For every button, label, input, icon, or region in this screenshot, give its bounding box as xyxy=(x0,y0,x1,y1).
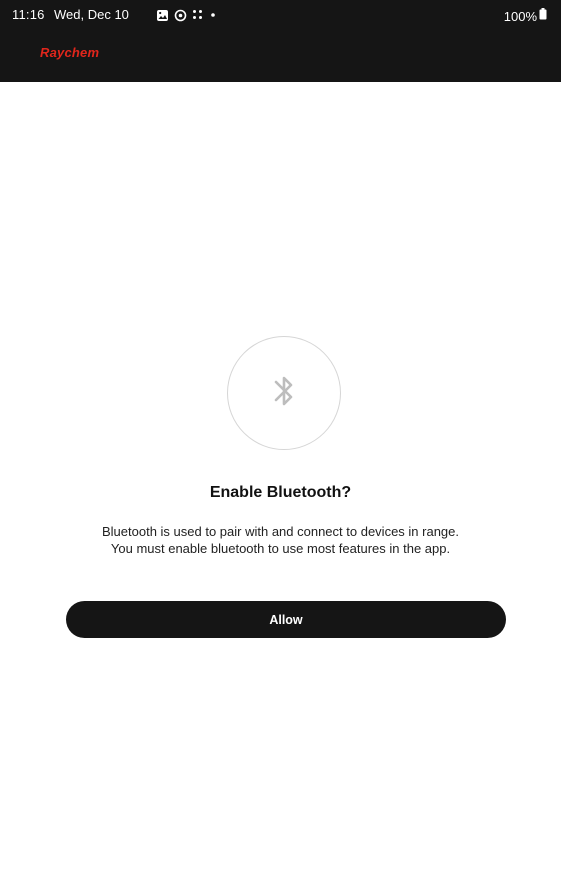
bluetooth-icon-circle xyxy=(227,336,341,450)
bluetooth-icon xyxy=(269,371,299,416)
dialog-message: Bluetooth is used to pair with and conne… xyxy=(70,523,491,557)
allow-button[interactable]: Allow xyxy=(66,601,506,638)
status-time: 11:16 xyxy=(12,7,45,22)
apps-grid-icon xyxy=(192,9,204,21)
bluetooth-permission-screen: Enable Bluetooth? Bluetooth is used to p… xyxy=(0,82,561,892)
notification-icons xyxy=(156,7,217,23)
status-date: Wed, Dec 10 xyxy=(54,7,129,22)
gallery-icon xyxy=(156,9,169,22)
battery-icon xyxy=(539,7,547,25)
app-header: 11:16 Wed, Dec 10 100% Raychem xyxy=(0,0,561,82)
dialog-title: Enable Bluetooth? xyxy=(209,484,352,501)
dialog-message-line-2: You must enable bluetooth to use most fe… xyxy=(110,541,451,556)
status-bar: 11:16 Wed, Dec 10 100% xyxy=(0,0,561,32)
raychem-logo: Raychem xyxy=(40,45,100,60)
more-notifications-dot-icon xyxy=(209,11,217,19)
battery-percentage: 100% xyxy=(503,8,537,24)
battery-status: 100% xyxy=(504,7,547,25)
sync-icon xyxy=(174,9,187,22)
dialog-message-line-1: Bluetooth is used to pair with and conne… xyxy=(102,524,459,539)
